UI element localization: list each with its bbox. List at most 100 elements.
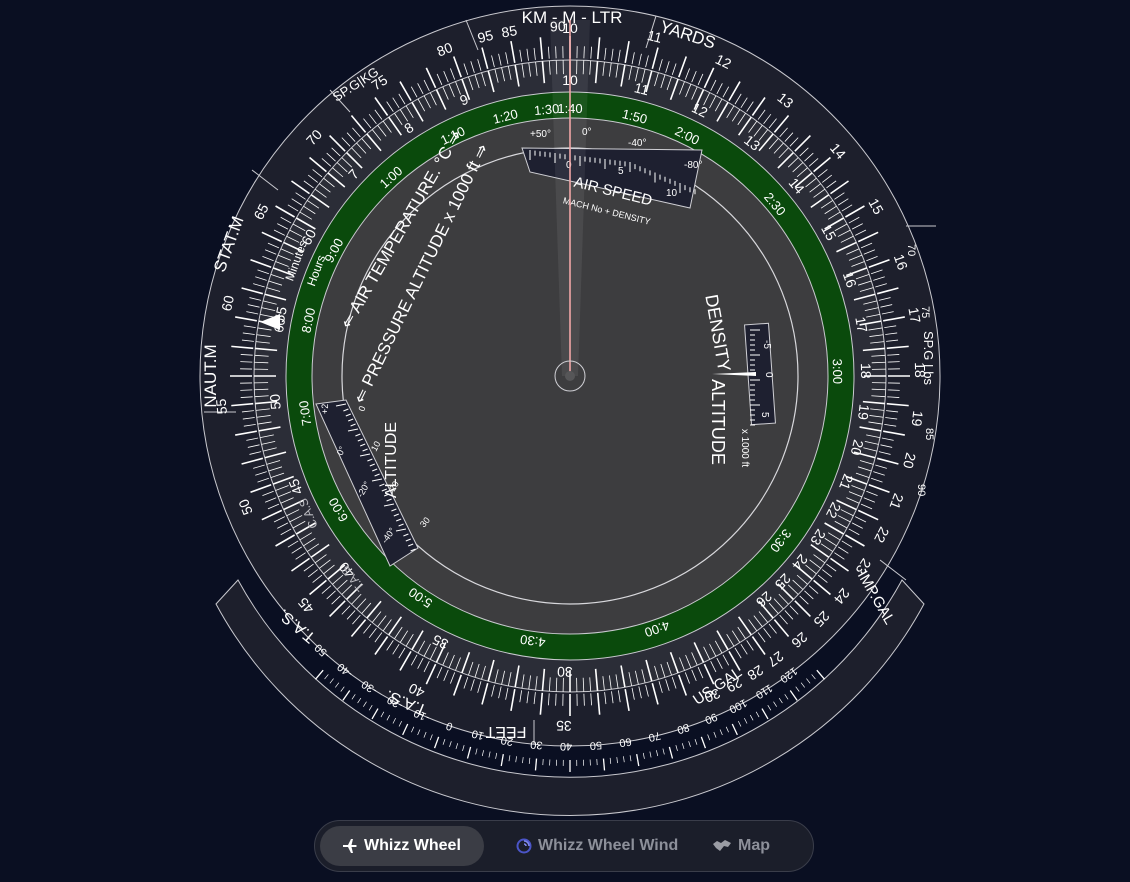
tab-whizz-wheel[interactable]: Whizz Wheel [320, 826, 484, 866]
scale-number: 17 [852, 316, 870, 334]
svg-text:0: 0 [763, 372, 774, 378]
tick [481, 750, 484, 757]
tick [700, 736, 707, 749]
whizz-wheel-stage: KM - M - LTR YARDS SP.G|KG STAT.M NAUT.M… [0, 0, 1130, 882]
tab-map[interactable]: Map [684, 826, 804, 866]
tick [240, 389, 253, 391]
scale-number: 50 [266, 393, 283, 410]
tick [629, 755, 632, 762]
tick [719, 729, 723, 736]
tick [515, 756, 517, 763]
tick [749, 714, 754, 721]
whizz-wheel-svg[interactable]: KM - M - LTR YARDS SP.G|KG STAT.M NAUT.M… [0, 0, 1130, 882]
side-mark-90: 90 [915, 484, 927, 496]
tick [773, 701, 777, 707]
scale-number: 55 [213, 398, 230, 415]
tick [386, 714, 391, 721]
tick [583, 693, 585, 706]
tick [887, 361, 900, 363]
tick [351, 694, 356, 700]
altitude-window-label: ALTITUDE [383, 422, 400, 498]
tick [609, 757, 612, 764]
tick [495, 752, 498, 759]
tick [433, 736, 440, 749]
tick [662, 748, 665, 755]
tick [616, 757, 618, 764]
tick [357, 697, 362, 704]
tick [534, 758, 538, 771]
tick [398, 720, 402, 727]
naut-m-label: NAUT.M [201, 344, 220, 407]
tick [800, 682, 805, 688]
scale-number: 35 [556, 718, 572, 734]
tick [449, 741, 452, 748]
tick [380, 711, 385, 718]
tick [240, 361, 253, 363]
tick [475, 748, 478, 755]
tick [707, 734, 711, 741]
scale-number: 18 [912, 362, 928, 378]
tick [402, 723, 409, 736]
tick [555, 693, 557, 706]
tick [668, 746, 674, 759]
tick [713, 731, 717, 738]
tick [688, 741, 691, 748]
tab-whizz-wheel-wind[interactable]: Whizz Wheel Wind [484, 826, 684, 866]
tick [423, 731, 427, 738]
tick [363, 701, 367, 707]
tick [442, 738, 446, 745]
tick [761, 708, 769, 720]
tick [392, 717, 396, 724]
tick [429, 734, 433, 741]
svg-text:60: 60 [271, 317, 288, 334]
scale-number: 19 [855, 403, 873, 421]
altitude-label: ALTITUDE [708, 379, 728, 465]
tick [656, 750, 659, 757]
svg-text:5: 5 [759, 412, 770, 418]
tick [602, 758, 606, 771]
tick [528, 757, 531, 764]
scale-number: 20 [500, 734, 514, 748]
tick [675, 745, 678, 751]
map-icon [712, 839, 732, 853]
tick [342, 690, 351, 701]
svg-text:5: 5 [618, 166, 624, 177]
tick [522, 757, 524, 764]
tick [411, 726, 415, 733]
tick [324, 674, 329, 680]
mode-tab-bar: Whizz Wheel Whizz Wheel Wind Map [314, 820, 814, 872]
tick [755, 711, 760, 718]
svg-text:+2: +2 [320, 404, 330, 414]
airplane-icon [342, 838, 358, 854]
tick [368, 704, 373, 711]
scale-number: 40 [560, 740, 572, 752]
tick [725, 726, 729, 733]
tick [816, 669, 826, 680]
x1000ft-label: x 1000 ft [739, 429, 750, 468]
tick [329, 678, 334, 684]
tick [806, 678, 811, 684]
svg-text:+50°: +50° [530, 129, 551, 140]
scale-number: 30 [530, 738, 543, 751]
scale-number: 3:00 [830, 359, 845, 385]
tick [314, 669, 324, 680]
tick [371, 708, 379, 720]
tick [636, 754, 640, 767]
svg-text:10: 10 [666, 188, 678, 199]
tick [731, 723, 738, 736]
tick [508, 755, 511, 762]
wind-swirl-icon [516, 838, 532, 854]
svg-text:-5: -5 [761, 340, 772, 349]
scale-number: 60 [618, 735, 632, 749]
tick [887, 389, 900, 391]
tick [623, 756, 625, 763]
tick [795, 686, 800, 692]
tick [778, 697, 783, 704]
tick [811, 674, 816, 680]
tick [500, 754, 504, 767]
tick [455, 743, 459, 750]
tick [642, 752, 645, 759]
scale-number: 19 [908, 410, 926, 428]
scale-number: 85 [500, 22, 518, 40]
scale-number: 17 [905, 306, 923, 324]
